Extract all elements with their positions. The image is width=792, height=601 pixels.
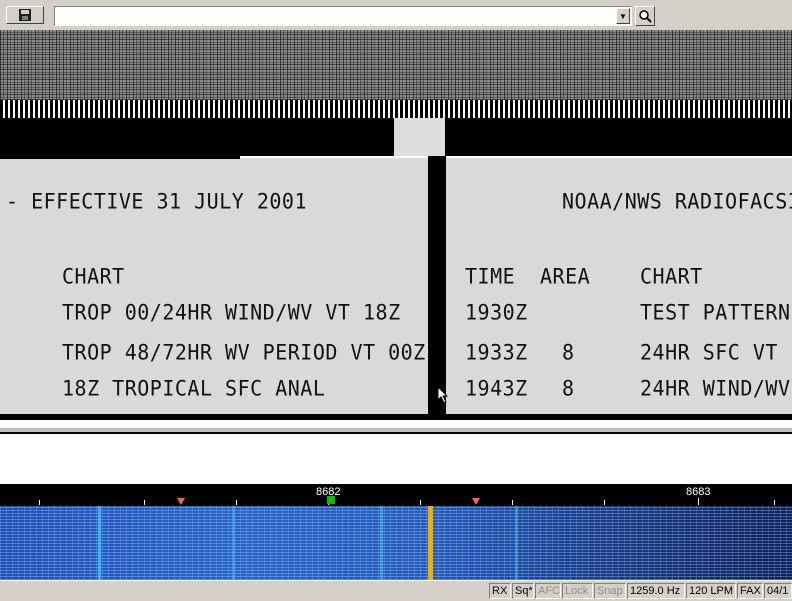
- lpm-readout[interactable]: 120 LPM: [686, 583, 736, 599]
- signal-trace: [515, 506, 518, 580]
- fax-black-band-right: [445, 118, 792, 156]
- mode-readout[interactable]: FAX: [737, 583, 763, 599]
- fax-area-cell: 8: [562, 339, 575, 365]
- fax-chart-cell: 24HR SFC VT 12: [640, 339, 792, 365]
- signal-trace: [380, 506, 383, 580]
- fax-area-cell: 8: [562, 375, 575, 401]
- scale-tick: [144, 500, 145, 505]
- fax-noise-area: [0, 30, 792, 110]
- fax-time-cell: 1943Z: [465, 375, 528, 401]
- signal-trace: [98, 506, 101, 580]
- center-flag-icon[interactable]: [327, 496, 335, 504]
- fax-chart-cell: TEST PATTERN: [640, 299, 791, 325]
- save-button[interactable]: [6, 6, 44, 24]
- snap-toggle[interactable]: Snap: [594, 583, 626, 599]
- fax-rule: [0, 154, 240, 159]
- frequency-scale[interactable]: 8682 8683: [0, 484, 792, 506]
- floppy-disk-icon: [19, 9, 31, 21]
- search-button[interactable]: [635, 6, 655, 26]
- fax-time-cell: 1930Z: [465, 299, 528, 325]
- scale-tick: [420, 500, 421, 505]
- squelch-indicator[interactable]: Sq*: [512, 583, 534, 599]
- fax-chart-header: CHART: [640, 263, 703, 289]
- fax-sync-stripe: [0, 100, 792, 118]
- fax-chart-cell: 24HR WIND/WV V: [640, 375, 792, 401]
- scale-tick: [774, 500, 775, 505]
- lock-toggle[interactable]: Lock: [562, 583, 593, 599]
- scale-label: 8683: [686, 486, 711, 498]
- fax-gap: [394, 118, 445, 156]
- fax-blank-area: [0, 432, 792, 486]
- toolbar: ▼: [0, 0, 792, 31]
- chevron-down-icon[interactable]: ▼: [616, 8, 630, 24]
- status-bar: RX Sq* AFC Lock Snap 1259.0 Hz 120 LPM F…: [0, 580, 792, 601]
- mouse-pointer-icon: [437, 386, 449, 404]
- fax-header-right: NOAA/NWS RADIOFACSIMI: [562, 188, 792, 214]
- fax-left-row: TROP 00/24HR WIND/WV VT 18Z: [62, 299, 401, 325]
- scale-tick: [39, 500, 40, 505]
- fax-area-header: AREA: [540, 263, 591, 289]
- scale-tick: [512, 500, 513, 505]
- fax-left-row: 18Z TROPICAL SFC ANAL: [62, 375, 326, 401]
- signal-trace: [232, 506, 235, 580]
- page-readout: 04/1: [764, 583, 792, 599]
- waterfall-display[interactable]: [0, 506, 792, 580]
- fax-bottom-rule: [0, 414, 792, 420]
- fax-column-divider: [428, 156, 446, 418]
- fax-black-band-left: [0, 118, 394, 156]
- fax-left-chart-header: CHART: [62, 263, 125, 289]
- fax-image-view[interactable]: - EFFECTIVE 31 JULY 2001 NOAA/NWS RADIOF…: [0, 30, 792, 428]
- tuning-cursor[interactable]: [428, 506, 433, 580]
- scale-tick: [698, 498, 699, 505]
- scale-tick: [236, 500, 237, 505]
- shift-marker-icon: [472, 498, 480, 505]
- scale-tick: [604, 500, 605, 505]
- frequency-readout[interactable]: 1259.0 Hz: [627, 583, 685, 599]
- rx-indicator[interactable]: RX: [489, 583, 511, 599]
- fax-effective-date: - EFFECTIVE 31 JULY 2001: [6, 188, 307, 214]
- fax-time-header: TIME: [465, 263, 516, 289]
- magnifier-icon: [639, 10, 652, 23]
- shift-marker-icon: [177, 498, 185, 505]
- fax-time-cell: 1933Z: [465, 339, 528, 365]
- address-combobox[interactable]: ▼: [54, 6, 632, 26]
- fax-left-row: TROP 48/72HR WV PERIOD VT 00Z: [62, 339, 426, 365]
- afc-toggle[interactable]: AFC: [535, 583, 561, 599]
